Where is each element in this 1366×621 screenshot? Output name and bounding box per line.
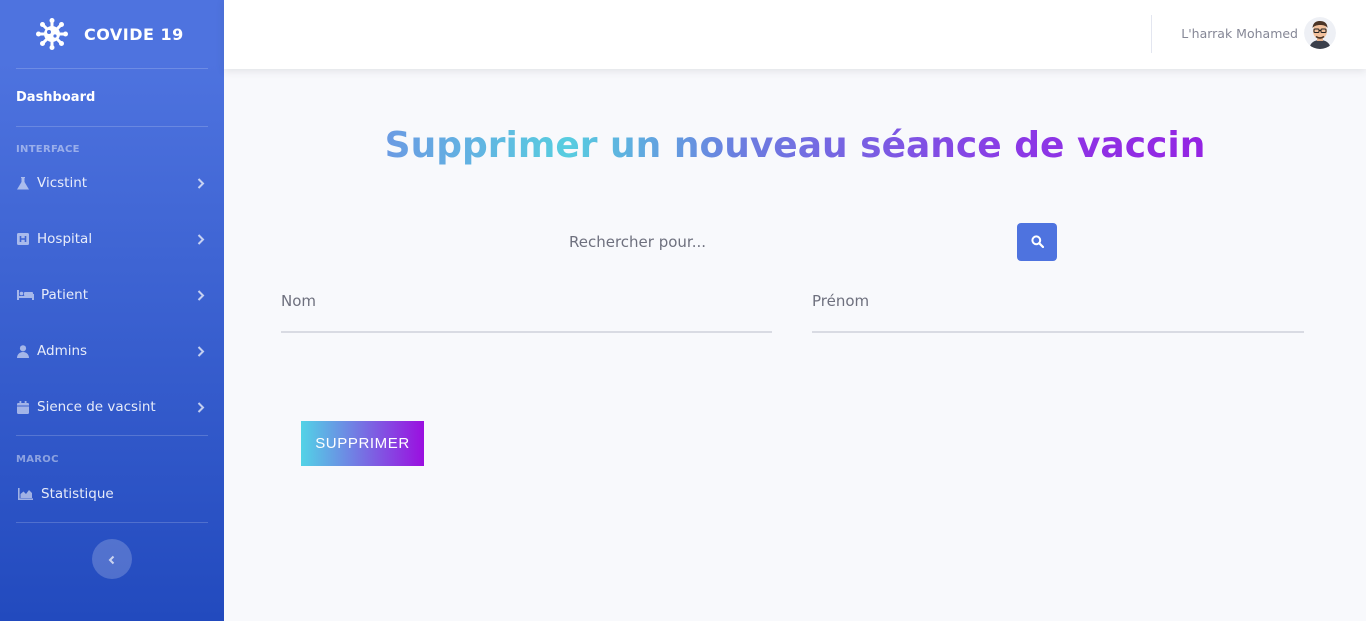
sidebar-heading-maroc: MAROC	[16, 454, 59, 465]
sidebar-heading-interface: INTERFACE	[16, 144, 80, 155]
sidebar-item-label: Admins	[37, 343, 88, 359]
sidebar-item-vicstint[interactable]: Vicstint	[0, 155, 224, 211]
chevron-right-icon	[196, 233, 206, 245]
chevron-right-icon	[196, 177, 206, 189]
brand-name: COVIDE 19	[84, 24, 184, 44]
sidebar-item-label: Hospital	[37, 231, 93, 247]
topbar: L'harrak Mohamed	[224, 0, 1366, 69]
sidebar-toggle-wrapper	[0, 523, 224, 579]
search-icon	[1030, 233, 1044, 252]
sidebar-item-label: Patient	[41, 287, 89, 303]
area-chart-icon	[16, 487, 34, 501]
prenom-field[interactable]	[812, 283, 1304, 331]
nom-field-wrapper	[281, 283, 772, 333]
sidebar-item-label: Sience de vacsint	[37, 399, 156, 415]
supprimer-button[interactable]: SUPPRIMER	[301, 421, 424, 466]
chevron-right-icon	[196, 401, 206, 413]
chevron-right-icon	[196, 289, 206, 301]
bed-icon	[16, 288, 34, 302]
sidebar: COVIDE 19 Dashboard INTERFACE Vicstint H…	[0, 0, 224, 621]
calendar-icon	[16, 400, 30, 414]
sidebar-brand[interactable]: COVIDE 19	[0, 0, 224, 68]
avatar[interactable]	[1304, 17, 1336, 49]
sidebar-item-statistique[interactable]: Statistique	[0, 466, 224, 522]
chevron-left-icon	[108, 550, 116, 569]
sidebar-toggle-button[interactable]	[92, 539, 132, 579]
sidebar-item-hospital[interactable]: Hospital	[0, 211, 224, 267]
user-md-icon	[16, 344, 30, 358]
sidebar-item-label: Statistique	[41, 486, 114, 502]
sidebar-item-sience-de-vacsint[interactable]: Sience de vacsint	[0, 379, 224, 435]
sidebar-item-admins[interactable]: Admins	[0, 323, 224, 379]
sidebar-item-label: Vicstint	[37, 175, 88, 191]
chevron-right-icon	[196, 345, 206, 357]
prenom-field-wrapper	[812, 283, 1304, 333]
user-name[interactable]: L'harrak Mohamed	[1181, 26, 1298, 41]
flask-icon	[16, 176, 30, 190]
hospital-icon	[16, 232, 30, 246]
nom-field[interactable]	[281, 283, 772, 331]
virus-icon	[36, 18, 68, 50]
topbar-divider	[1151, 15, 1152, 53]
search-button[interactable]	[1017, 223, 1057, 261]
sidebar-item-patient[interactable]: Patient	[0, 267, 224, 323]
search-input[interactable]	[559, 223, 1015, 261]
page-title: Supprimer un nouveau séance de vaccin	[224, 125, 1366, 166]
sidebar-item-dashboard[interactable]: Dashboard	[0, 69, 224, 126]
